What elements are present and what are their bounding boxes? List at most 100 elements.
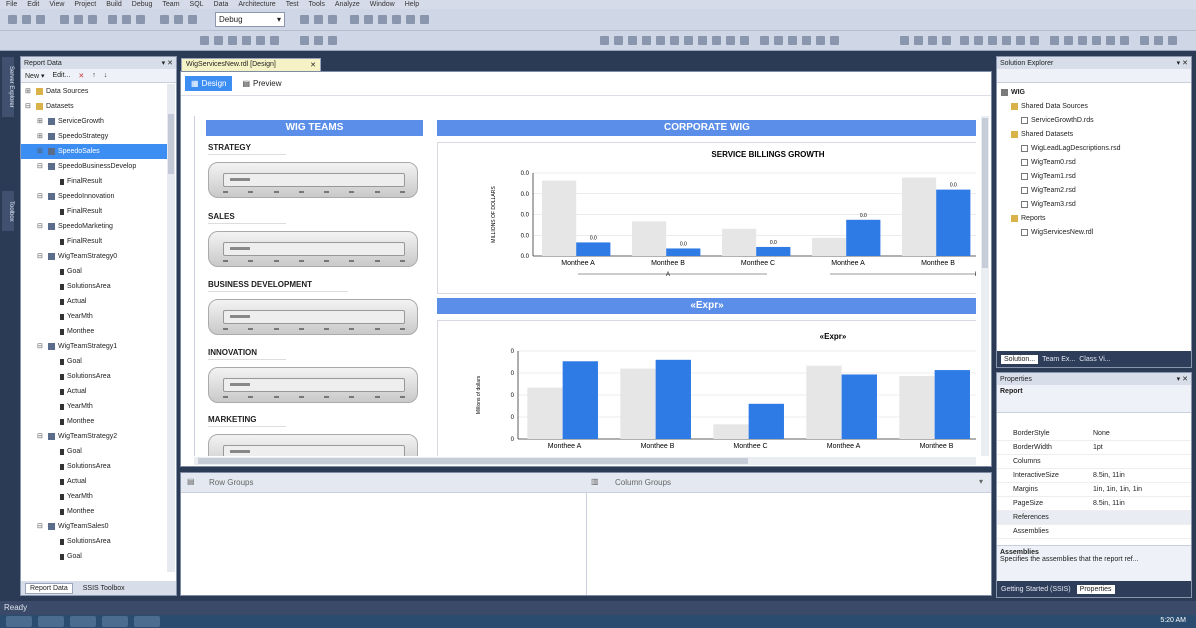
toolbar-button[interactable] [242, 36, 251, 45]
designer-horizontal-scrollbar[interactable] [194, 457, 976, 465]
toolbar-button[interactable] [214, 36, 223, 45]
property-row[interactable]: Margins 1in, 1in, 1in, 1in [997, 483, 1191, 497]
expr-chart[interactable]: «Expr» Millions of dollars 0 0 0 0 0 Monthee A M… [437, 320, 976, 456]
bar[interactable] [899, 375, 935, 439]
toolbar-button[interactable] [88, 15, 97, 24]
solution-tree-item[interactable]: WigLeadLagDescriptions.rsd [997, 141, 1187, 156]
tab-team-explorer[interactable]: Team Ex... [1042, 356, 1075, 363]
field-item[interactable]: YearMth [21, 309, 169, 324]
toolbar-button[interactable] [122, 15, 131, 24]
field-item[interactable]: Actual [21, 474, 169, 489]
toolbar-button[interactable] [628, 36, 637, 45]
section-label[interactable]: SALES [208, 209, 286, 224]
menu-item[interactable]: View [49, 1, 64, 8]
toolbar-button[interactable] [174, 15, 183, 24]
toolbar-button[interactable] [392, 15, 401, 24]
solution-tree-item[interactable]: Shared Datasets [997, 127, 1187, 142]
toolbox-tab[interactable]: Toolbox [2, 191, 14, 231]
dataset-item[interactable]: ⊟ WigTeamStrategy2 [21, 429, 169, 444]
menu-item[interactable]: Team [162, 1, 179, 8]
menu-item[interactable]: Edit [27, 1, 39, 8]
property-row[interactable]: References [997, 511, 1191, 525]
toolbar-button[interactable] [160, 15, 169, 24]
expander-icon[interactable]: ⊟ [37, 429, 45, 444]
toolbar-button[interactable] [314, 36, 323, 45]
toolbar-button[interactable] [614, 36, 623, 45]
toolbar-button[interactable] [1016, 36, 1025, 45]
menu-item[interactable]: Architecture [238, 1, 275, 8]
linear-gauge[interactable] [208, 434, 418, 456]
dataset-item[interactable]: ⊞ Data Sources [21, 84, 169, 99]
toolbar-button[interactable] [1002, 36, 1011, 45]
report-body[interactable]: WIG TEAMS STRATEGY SALES BUSINESS DEVELOPM… [194, 116, 976, 456]
pin-close-icons[interactable]: ▾ ✕ [162, 59, 173, 67]
bar[interactable] [934, 370, 970, 439]
close-icon[interactable]: ✕ [310, 61, 316, 69]
toolbar-button[interactable] [656, 36, 665, 45]
scroll-thumb[interactable] [982, 118, 988, 268]
solution-tree-item[interactable]: WigTeam3.rsd [997, 197, 1187, 212]
dataset-item[interactable]: ⊟ SpeedoMarketing [21, 219, 169, 234]
property-value[interactable]: 1in, 1in, 1in, 1in [1093, 483, 1142, 497]
delete-icon[interactable]: ✕ [78, 72, 84, 80]
solution-tree-item[interactable]: WigServicesNew.rdl [997, 225, 1187, 240]
field-item[interactable]: FinalResult [21, 174, 169, 189]
solution-tree-item[interactable]: WigTeam0.rsd [997, 155, 1187, 170]
field-item[interactable]: SolutionsArea [21, 279, 169, 294]
expander-icon[interactable]: ⊟ [37, 519, 45, 534]
taskbar-app[interactable] [134, 616, 160, 627]
scroll-thumb[interactable] [198, 458, 748, 464]
property-value[interactable]: None [1093, 427, 1110, 441]
tab-getting-started[interactable]: Getting Started (SSIS) [1001, 586, 1071, 593]
toolbar-button[interactable] [900, 36, 909, 45]
bar[interactable] [722, 228, 757, 256]
toolbar-button[interactable] [300, 36, 309, 45]
toolbar-button[interactable] [788, 36, 797, 45]
bar[interactable] [562, 361, 598, 439]
expander-icon[interactable]: ⊟ [37, 339, 45, 354]
property-row[interactable]: Assemblies [997, 525, 1191, 539]
toolbar-button[interactable] [928, 36, 937, 45]
start-button[interactable] [6, 616, 32, 627]
expander-icon[interactable]: ⊞ [37, 129, 45, 144]
toolbar-button[interactable] [314, 15, 323, 24]
toolbar-button[interactable] [406, 15, 415, 24]
property-row[interactable]: BorderWidth 1pt [997, 441, 1191, 455]
field-item[interactable]: FinalResult [21, 234, 169, 249]
toolbar-button[interactable] [36, 15, 45, 24]
toolbar-button[interactable] [364, 15, 373, 24]
wig-teams-header[interactable]: WIG TEAMS [206, 120, 423, 136]
field-item[interactable]: Actual [21, 294, 169, 309]
toolbar-button[interactable] [22, 15, 31, 24]
dataset-item[interactable]: ⊟ WigTeamStrategy1 [21, 339, 169, 354]
expander-icon[interactable]: ⊟ [37, 219, 45, 234]
dataset-item[interactable]: ⊟ WigTeamSales0 [21, 519, 169, 534]
bar[interactable] [756, 246, 791, 256]
expander-icon[interactable]: ⊞ [37, 144, 45, 159]
service-billings-chart[interactable]: SERVICE BILLINGS GROWTH MILLIONS OF DOLLA… [437, 142, 976, 294]
toolbar-button[interactable] [988, 36, 997, 45]
dataset-item[interactable]: ⊞ SpeedoStrategy [21, 129, 169, 144]
toolbar-button[interactable] [816, 36, 825, 45]
toolbar-button[interactable] [74, 15, 83, 24]
pin-close-icons[interactable]: ▾ ✕ [1177, 59, 1188, 67]
chevron-down-icon[interactable]: ▾ [979, 477, 983, 486]
field-item[interactable]: YearMth [21, 399, 169, 414]
toolbar-button[interactable] [228, 36, 237, 45]
menu-item[interactable]: Data [214, 1, 229, 8]
toolbar-button[interactable] [1154, 36, 1163, 45]
property-row[interactable]: InteractiveSize 8.5in, 11in [997, 469, 1191, 483]
toolbar-button[interactable] [760, 36, 769, 45]
section-label[interactable]: INNOVATION [208, 345, 286, 360]
bar[interactable] [666, 248, 701, 256]
menu-item[interactable]: Debug [132, 1, 153, 8]
menu-item[interactable]: Project [74, 1, 96, 8]
pin-close-icons[interactable]: ▾ ✕ [1177, 375, 1188, 383]
toolbar-button[interactable] [974, 36, 983, 45]
toolbar-button[interactable] [1120, 36, 1129, 45]
solution-tree-item[interactable]: Shared Data Sources [997, 99, 1187, 114]
designer-vertical-scrollbar[interactable] [981, 116, 989, 456]
field-item[interactable]: Actual [21, 384, 169, 399]
field-item[interactable]: SolutionsArea [21, 534, 169, 549]
toolbar-button[interactable] [378, 15, 387, 24]
